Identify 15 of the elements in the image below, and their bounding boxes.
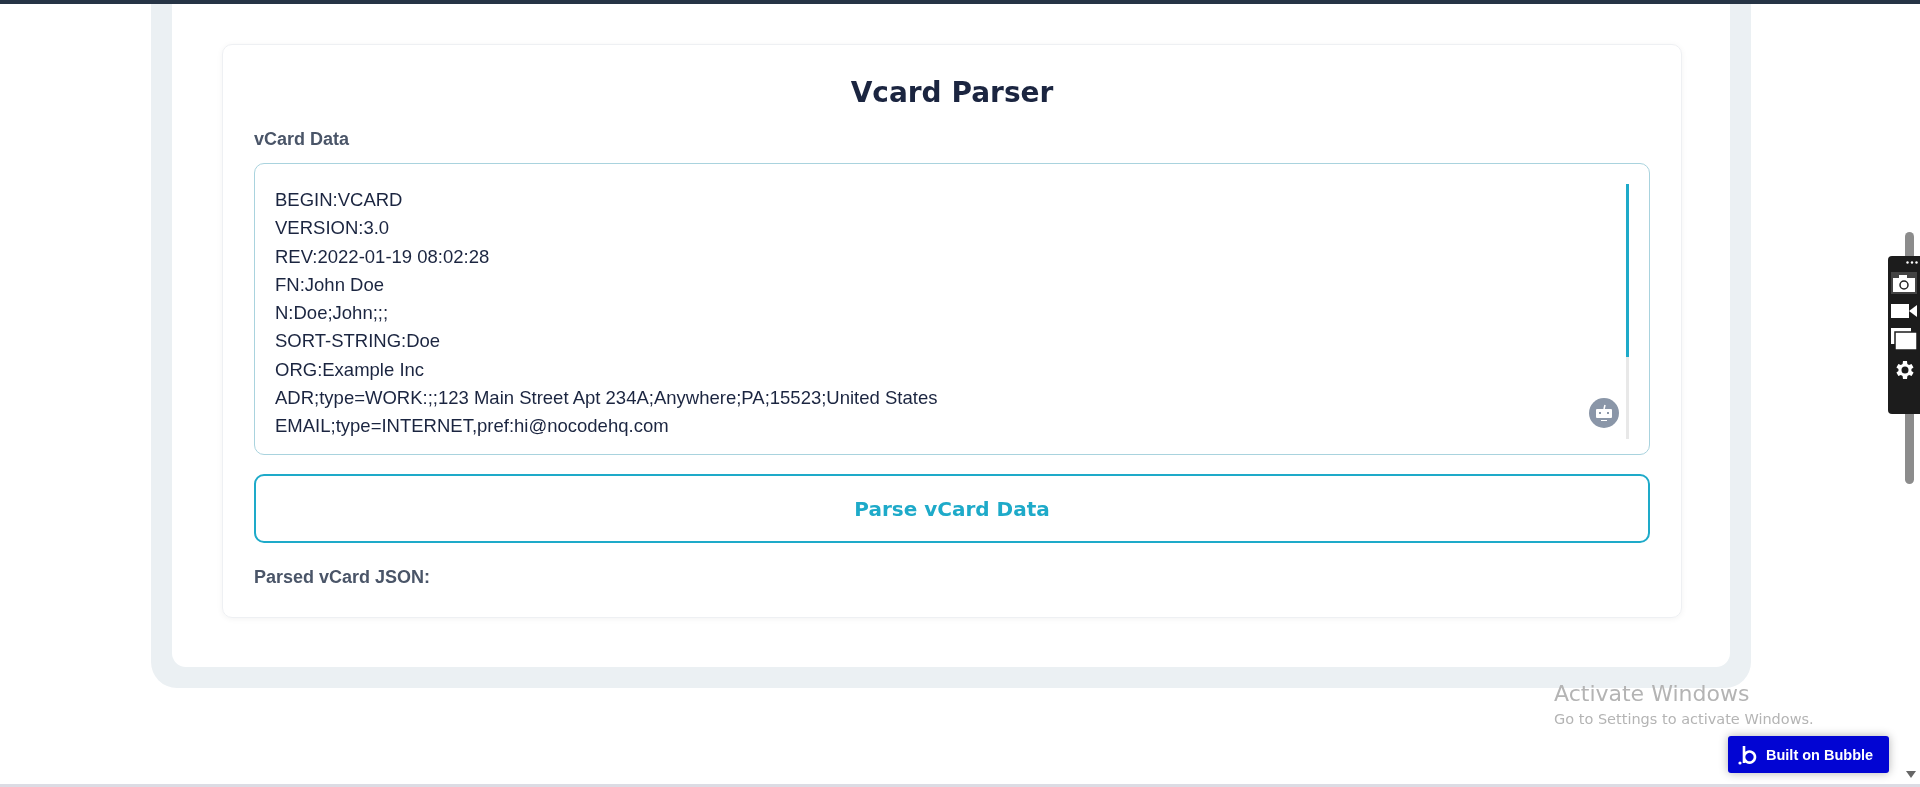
activation-text: Go to Settings to activate Windows. [1554, 710, 1814, 729]
camera-icon[interactable] [1891, 272, 1917, 294]
video-icon[interactable] [1891, 302, 1917, 320]
activation-title: Activate Windows [1554, 680, 1751, 708]
result-label: Parsed vCard JSON: [254, 566, 432, 589]
built-on-badge[interactable]: Built on Bubble [1728, 736, 1889, 773]
scrollbar[interactable] [1905, 232, 1914, 256]
field-label: vCard Data [254, 128, 351, 151]
windows-icon[interactable] [1891, 328, 1917, 350]
logo-icon [1738, 743, 1758, 766]
more-icon[interactable] [1906, 261, 1918, 264]
robot-icon[interactable] [1589, 398, 1619, 428]
card-title: Vcard Parser [849, 75, 1055, 111]
scrollbar[interactable] [1905, 414, 1914, 484]
vcard-data-field[interactable]: BEGIN:VCARD VERSION:3.0 REV:2022-01-19 08:02:28 FN:John Doe N:Doe;John;;; SORT-STRING:Doe ORG:Example Inc ADR;type=WORK:;;123 Main Street Apt 234A;Anywhere;PA;15523;United States EMAIL;type=INTERNET,pref:hi@nocodehq.com [254, 163, 1650, 455]
